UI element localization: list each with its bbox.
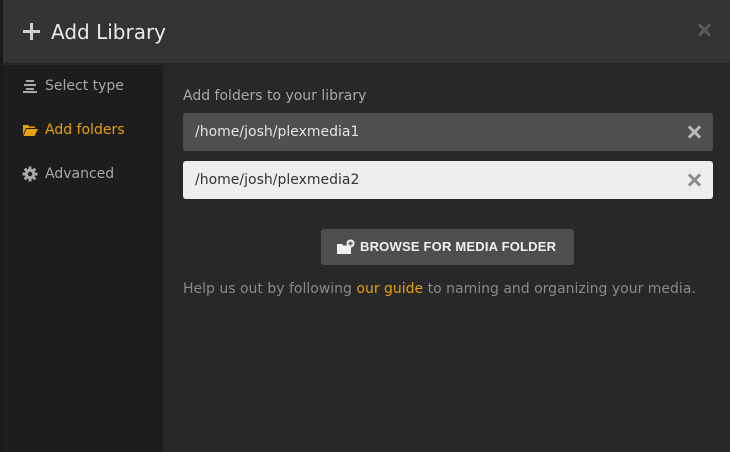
- folder-field-1: [183, 113, 713, 151]
- help-text-suffix: to naming and organizing your media.: [423, 281, 696, 297]
- main-panel: Add folders to your library BROWSE FOR M…: [163, 65, 730, 452]
- clear-icon[interactable]: [688, 173, 702, 187]
- browse-button-label: BROWSE FOR MEDIA FOLDER: [360, 239, 557, 254]
- guide-link[interactable]: our guide: [356, 281, 423, 297]
- dialog-title: Add Library: [51, 20, 167, 44]
- section-label: Add folders to your library: [183, 88, 367, 104]
- clear-icon[interactable]: [688, 125, 702, 139]
- gear-icon: [22, 166, 38, 182]
- sidebar-item-select-type[interactable]: Select type: [3, 68, 163, 104]
- browse-media-folder-button[interactable]: BROWSE FOR MEDIA FOLDER: [321, 229, 574, 265]
- list-icon: [23, 80, 37, 93]
- sidebar-item-label: Advanced: [45, 166, 115, 182]
- plus-icon: [23, 23, 40, 40]
- sidebar-item-label: Select type: [45, 78, 124, 94]
- folder-open-icon: [23, 125, 38, 136]
- folder-path-input-2[interactable]: [183, 161, 673, 199]
- folder-add-icon: [337, 239, 355, 254]
- add-library-dialog: Add Library Select type Add folders Adva…: [3, 0, 730, 452]
- close-icon[interactable]: [697, 22, 711, 38]
- dialog-header: Add Library: [3, 0, 730, 64]
- folder-path-input-1[interactable]: [183, 113, 673, 151]
- help-text: Help us out by following our guide to na…: [183, 281, 696, 297]
- sidebar-item-add-folders[interactable]: Add folders: [3, 112, 163, 148]
- folder-field-2: [183, 161, 713, 199]
- sidebar-item-label: Add folders: [45, 122, 125, 138]
- help-text-prefix: Help us out by following: [183, 281, 357, 297]
- sidebar: Select type Add folders Advanced: [3, 65, 163, 452]
- sidebar-item-advanced[interactable]: Advanced: [3, 156, 163, 192]
